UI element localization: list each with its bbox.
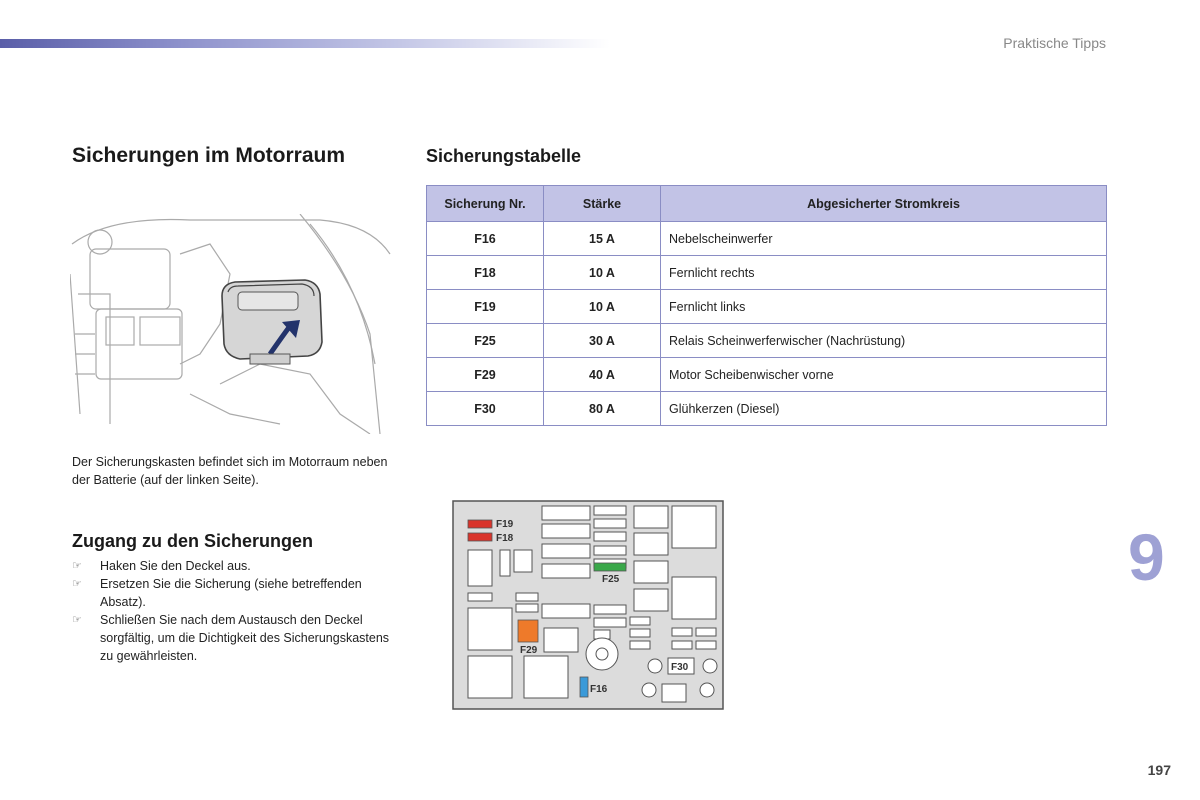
cell-fuse-number: F18 (426, 255, 544, 290)
list-item: ☞ Ersetzen Sie die Sicherung (siehe betre… (72, 575, 392, 611)
table-row: F25 30 A Relais Scheinwerferwischer (Nac… (426, 323, 1107, 358)
cell-fuse-number: F30 (426, 391, 544, 426)
cell-fuse-number: F29 (426, 357, 544, 392)
step-text: Ersetzen Sie die Sicherung (siehe betref… (100, 577, 362, 609)
cell-rating: 40 A (543, 357, 661, 392)
table-row: F18 10 A Fernlicht rechts (426, 255, 1107, 290)
cell-rating: 80 A (543, 391, 661, 426)
pointing-hand-icon: ☞ (72, 614, 82, 626)
section-label: Praktische Tipps (1003, 35, 1106, 51)
header-gradient-bar (0, 39, 610, 48)
fuse-f19-marker (467, 519, 493, 529)
table-row: F30 80 A Glühkerzen (Diesel) (426, 391, 1107, 426)
location-caption: Der Sicherungskasten befindet sich im Mo… (72, 455, 388, 487)
list-item: ☞ Schließen Sie nach dem Austausch den De… (72, 611, 392, 665)
fuse-box-diagram: F19 F18 F25 F29 F30 F16 (452, 500, 724, 710)
fuse-label-f30: F30 (671, 662, 689, 673)
fuse-f16-marker (579, 676, 589, 698)
fuse-table: Sicherung Nr. Stärke Abgesicherter Strom… (426, 185, 1107, 426)
table-row: F19 10 A Fernlicht links (426, 289, 1107, 324)
cell-rating: 10 A (543, 255, 661, 290)
pointing-hand-icon: ☞ (72, 560, 82, 572)
cell-fuse-number: F25 (426, 323, 544, 358)
table-row: F16 15 A Nebelscheinwerfer (426, 221, 1107, 256)
fuse-f29-marker (517, 619, 539, 643)
access-steps-list: ☞ Haken Sie den Deckel aus. ☞ Ersetzen Sie… (72, 557, 392, 665)
cell-circuit: Relais Scheinwerferwischer (Nachrüstung) (660, 323, 1107, 358)
cell-circuit: Fernlicht rechts (660, 255, 1107, 290)
step-text: Haken Sie den Deckel aus. (100, 559, 251, 573)
cell-circuit: Fernlicht links (660, 289, 1107, 324)
table-heading: Sicherungstabelle (426, 146, 582, 166)
table-header-row: Sicherung Nr. Stärke Abgesicherter Strom… (426, 185, 1107, 222)
fuse-f25-marker (593, 562, 627, 572)
fuse-label-f16: F16 (590, 684, 608, 695)
cell-circuit: Motor Scheibenwischer vorne (660, 357, 1107, 392)
pointing-hand-icon: ☞ (72, 578, 82, 590)
chapter-number: 9 (1128, 520, 1165, 594)
table-row: F29 40 A Motor Scheibenwischer vorne (426, 357, 1107, 392)
header-circuit: Abgesicherter Stromkreis (660, 185, 1107, 222)
header-fuse-number: Sicherung Nr. (426, 185, 544, 222)
cell-fuse-number: F19 (426, 289, 544, 324)
cell-circuit: Glühkerzen (Diesel) (660, 391, 1107, 426)
engine-compartment-illustration (70, 214, 391, 434)
cell-fuse-number: F16 (426, 221, 544, 256)
list-item: ☞ Haken Sie den Deckel aus. (72, 557, 392, 575)
cell-rating: 15 A (543, 221, 661, 256)
fuse-label-f18: F18 (496, 533, 514, 544)
access-heading: Zugang zu den Sicherungen (72, 531, 314, 551)
fuse-label-f19: F19 (496, 519, 514, 530)
cell-rating: 10 A (543, 289, 661, 324)
fuse-label-f29: F29 (520, 645, 538, 656)
fuse-f18-marker (467, 532, 493, 542)
header-rating: Stärke (543, 185, 661, 222)
page-title: Sicherungen im Motorraum (72, 144, 346, 167)
step-text: Schließen Sie nach dem Austausch den Dec… (100, 613, 390, 663)
fuse-label-f25: F25 (602, 574, 620, 585)
cell-rating: 30 A (543, 323, 661, 358)
page-number: 197 (1147, 762, 1171, 778)
cell-circuit: Nebelscheinwerfer (660, 221, 1107, 256)
